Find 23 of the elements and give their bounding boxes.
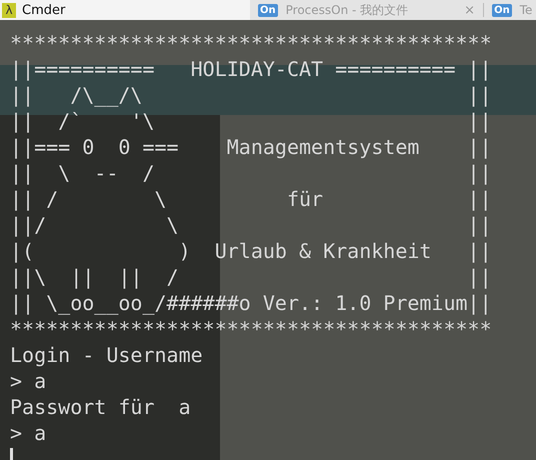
terminal-line: || /` '\ ||: [10, 108, 492, 134]
tab-favicon: On: [258, 4, 278, 16]
terminal-line: ||========== HOLIDAY-CAT ========== ||: [10, 56, 492, 82]
terminal-line: ||/ \ ||: [10, 212, 492, 238]
terminal-line: || \_oo__oo_/######o Ver.: 1.0 Premium||: [10, 290, 492, 316]
browser-tab-title[interactable]: ProcessOn - 我的文件: [286, 2, 408, 18]
tab-close-button[interactable]: ×: [464, 2, 476, 18]
browser-tab-title[interactable]: Te: [520, 3, 532, 17]
terminal-line: ||\ || || / ||: [10, 264, 492, 290]
terminal-line: Login - Username: [10, 342, 203, 368]
tab-favicon: On: [492, 4, 512, 16]
terminal-line: > a: [10, 420, 46, 446]
terminal-line: > a: [10, 368, 46, 394]
terminal-line: ****************************************: [10, 316, 492, 342]
window-title: Cmder: [22, 2, 66, 18]
terminal-line: || / \ für ||: [10, 186, 492, 212]
terminal-line: ****************************************: [10, 30, 492, 56]
terminal-line: |( ) Urlaub & Krankheit ||: [10, 238, 492, 264]
app-icon: λ: [2, 2, 16, 18]
terminal-line: Passwort für a: [10, 394, 191, 420]
terminal-line: || \ -- / ||: [10, 160, 492, 186]
terminal-line: || /\__/\ ||: [10, 82, 492, 108]
terminal-line: ||=== 0 0 === Managementsystem ||: [10, 134, 492, 160]
